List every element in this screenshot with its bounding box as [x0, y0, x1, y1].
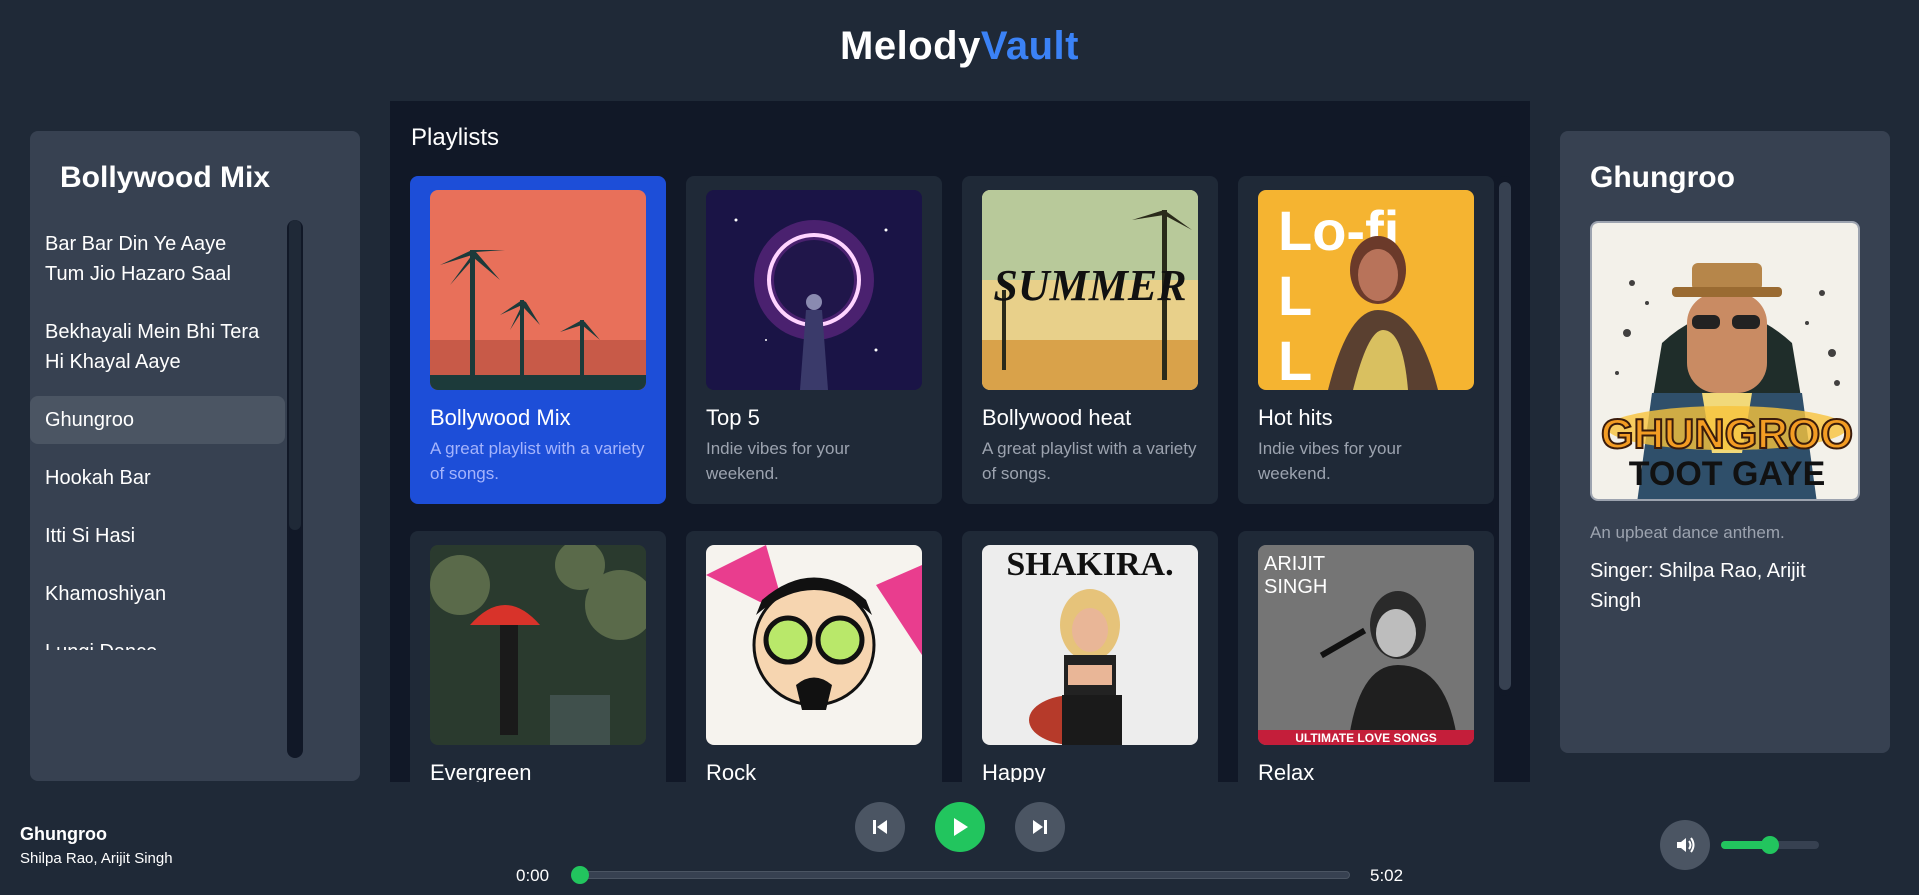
skip-forward-icon: [1033, 820, 1047, 834]
next-button[interactable]: [1015, 802, 1065, 852]
sidebar-scrollbar[interactable]: [287, 220, 303, 758]
song-title-line: Bar Bar Din Ye Aaye: [45, 233, 227, 255]
now-playing-description: An upbeat dance anthem.: [1590, 523, 1785, 542]
song-item[interactable]: Khamoshiyan: [30, 570, 285, 618]
app-title: MelodyVault: [0, 24, 1919, 69]
svg-text:ARIJIT: ARIJIT: [1264, 553, 1325, 575]
player-track-info: Ghungroo Shilpa Rao, Arijit Singh: [20, 824, 173, 867]
playlist-title: Top 5: [706, 405, 760, 430]
playlist-card[interactable]: SUMMER Bollywood heat A great playlist wit…: [962, 176, 1218, 504]
playlist-card[interactable]: SHAKIRA. Happy: [962, 531, 1218, 782]
now-playing-cover: GHUNGROO TOOT GAYE: [1590, 221, 1860, 501]
progress-bar[interactable]: [571, 866, 1350, 884]
play-icon: [954, 818, 968, 836]
progress-handle[interactable]: [571, 866, 589, 884]
playlist-title: Evergreen: [430, 760, 532, 782]
red-umbrella-art: [430, 545, 646, 745]
shakira-album-art: SHAKIRA.: [982, 545, 1198, 745]
song-title-line: Lungi Dance: [45, 637, 270, 650]
song-item[interactable]: Bekhayali Mein Bhi Tera Hi Khayal Aaye: [30, 308, 285, 386]
summer-palms-art: SUMMER: [982, 190, 1198, 390]
lofi-portrait-art: Lo-fiLL: [1258, 190, 1474, 390]
playlist-card[interactable]: ARIJIT SINGH ULTIMATE LOVE SONGS Relax: [1238, 531, 1494, 782]
song-title-line: Itti Si Hasi: [45, 525, 136, 547]
playlist-card[interactable]: Bollywood Mix A great playlist with a var…: [410, 176, 666, 504]
song-list: Bar Bar Din Ye Aaye Tum Jio Hazaro Saal Be…: [30, 220, 285, 650]
song-item[interactable]: Bar Bar Din Ye Aaye Tum Jio Hazaro Saal: [30, 220, 285, 298]
cover-text-line1: GHUNGROO: [1601, 410, 1853, 457]
total-time: 5:02: [1370, 866, 1404, 885]
previous-button[interactable]: [855, 802, 905, 852]
play-button[interactable]: [935, 802, 985, 852]
sidebar-scroll-thumb[interactable]: [289, 220, 301, 530]
playlist-description: Indie vibes for your weekend.: [706, 439, 850, 483]
playlist-description: A great playlist with a variety of songs…: [982, 439, 1197, 483]
playlist-card[interactable]: Rock: [686, 531, 942, 782]
song-title-line: Hookah Bar: [45, 467, 151, 489]
playlist-title: Bollywood heat: [982, 405, 1132, 430]
playlists-scroll-thumb[interactable]: [1499, 182, 1511, 690]
volume-icon: [1677, 837, 1695, 853]
player-track-artist: Shilpa Rao, Arijit Singh: [20, 850, 173, 867]
arijit-singh-art: ARIJITSINGH ULTIMATE LOVE SONGS: [1258, 545, 1474, 745]
svg-text:ULTIMATE LOVE SONGS: ULTIMATE LOVE SONGS: [1295, 731, 1437, 745]
volume-slider[interactable]: [1721, 836, 1819, 854]
song-title-line: Hi Khayal Aaye: [45, 351, 181, 373]
playlist-card[interactable]: Lo-fi L L Hot hits Indie vibes for your week…: [1238, 176, 1494, 504]
volume-button[interactable]: [1660, 820, 1710, 870]
now-playing-singer: Singer: Shilpa Rao, Arijit Singh: [1590, 560, 1806, 612]
playlist-card[interactable]: Evergreen: [410, 531, 666, 782]
playlist-title: Hot hits: [1258, 405, 1333, 430]
song-item[interactable]: Hookah Bar: [30, 454, 285, 502]
app-title-main: Melody: [840, 24, 981, 68]
playlist-title: Bollywood Mix: [430, 405, 571, 430]
song-title-line: Ghungroo: [45, 409, 134, 431]
svg-text:L: L: [1278, 264, 1312, 327]
now-playing-title: Ghungroo: [1590, 161, 1735, 194]
playlists-heading: Playlists: [411, 124, 500, 151]
svg-text:SHAKIRA.: SHAKIRA.: [1006, 546, 1173, 583]
psy-cartoon-art: [706, 545, 922, 745]
playlists-panel: Playlists Bollywood Mix A great playlist …: [390, 101, 1530, 782]
song-title-line: Khamoshiyan: [45, 583, 167, 605]
playlist-description: A great playlist with a variety of songs…: [430, 439, 645, 483]
song-item[interactable]: Itti Si Hasi: [30, 512, 285, 560]
svg-text:SUMMER: SUMMER: [993, 261, 1186, 310]
current-time: 0:00: [516, 866, 550, 885]
cosmic-planet-art: [706, 190, 922, 390]
app-title-accent: Vault: [980, 24, 1079, 68]
playlists-scrollbar[interactable]: [1497, 176, 1513, 696]
cover-text-line2: TOOT GAYE: [1629, 455, 1826, 493]
player-track-title: Ghungroo: [20, 824, 107, 844]
palm-sunset-art: [430, 190, 646, 390]
svg-text:L: L: [1278, 329, 1312, 390]
song-title-line: Tum Jio Hazaro Saal: [45, 263, 231, 285]
volume-handle[interactable]: [1761, 836, 1779, 854]
skip-back-icon: [873, 820, 887, 834]
playlist-title: Rock: [706, 760, 757, 782]
playlist-title: Relax: [1258, 760, 1315, 782]
now-playing-panel: Ghungroo GHUNGROO TOOT GAYE An upbeat da…: [1560, 131, 1890, 753]
playlist-card[interactable]: Top 5 Indie vibes for your weekend.: [686, 176, 942, 504]
song-item[interactable]: Ghungroo: [30, 396, 285, 444]
song-title-line: Bekhayali Mein Bhi Tera: [45, 321, 260, 343]
sidebar-title: Bollywood Mix: [60, 161, 270, 194]
song-item[interactable]: Lungi Dance: [30, 628, 285, 650]
playlist-title: Happy: [982, 760, 1046, 782]
svg-text:SINGH: SINGH: [1264, 576, 1327, 598]
playlist-description: Indie vibes for your weekend.: [1258, 439, 1402, 483]
